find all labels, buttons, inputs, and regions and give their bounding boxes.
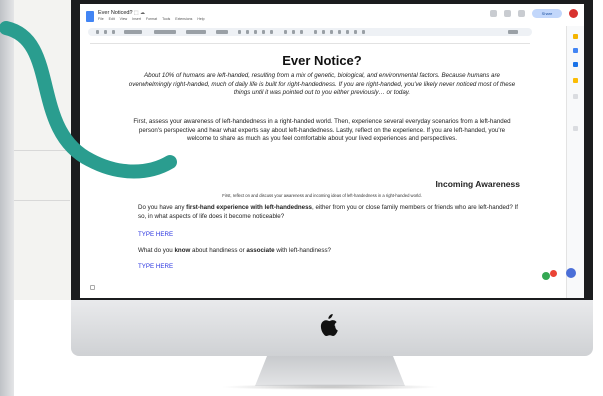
undo-icon[interactable]	[96, 30, 99, 34]
italic-icon[interactable]	[246, 30, 249, 34]
style-select[interactable]	[154, 30, 176, 34]
gemini-icon[interactable]	[542, 272, 550, 280]
bullet-list-icon[interactable]	[338, 30, 341, 34]
imac-stand	[255, 356, 405, 386]
contacts-icon[interactable]	[573, 62, 578, 67]
tasks-icon[interactable]	[573, 48, 578, 53]
menu-insert[interactable]: Insert	[132, 17, 141, 21]
menu-help[interactable]: Help	[197, 17, 204, 21]
assistant-icon[interactable]	[550, 270, 557, 277]
explore-icon[interactable]	[566, 268, 576, 278]
menu-view[interactable]: View	[120, 17, 128, 21]
bold-icon[interactable]	[238, 30, 241, 34]
star-icon[interactable]: ☆ ⬚ ☁	[128, 10, 145, 16]
stand-shadow	[220, 384, 440, 390]
answer-field-1[interactable]: TYPE HERE	[138, 231, 173, 238]
page-title: Ever Notice?	[282, 53, 362, 68]
comment-add-icon[interactable]	[292, 30, 295, 34]
expand-icon[interactable]	[573, 126, 578, 131]
print-icon[interactable]	[112, 30, 115, 34]
comment-icon[interactable]	[504, 10, 511, 17]
question-2-text: What do you	[138, 247, 175, 254]
menu-edit[interactable]: Edit	[109, 17, 115, 21]
clear-format-icon[interactable]	[362, 30, 365, 34]
answer-field-2[interactable]: TYPE HERE	[138, 263, 173, 270]
question-1-text: Do you have any	[138, 204, 187, 211]
link-icon[interactable]	[284, 30, 287, 34]
image-icon[interactable]	[300, 30, 303, 34]
line-spacing-icon[interactable]	[322, 30, 325, 34]
indent-icon[interactable]	[354, 30, 357, 34]
redo-icon[interactable]	[104, 30, 107, 34]
history-icon[interactable]	[490, 10, 497, 17]
instructions-paragraph: First, assess your awareness of left-han…	[133, 118, 511, 142]
menu-extensions[interactable]: Extensions	[175, 17, 192, 21]
side-panel	[566, 26, 584, 298]
add-on-icon[interactable]	[573, 94, 578, 99]
formatting-toolbar	[88, 28, 532, 36]
font-size-input[interactable]	[216, 30, 228, 34]
font-select[interactable]	[186, 30, 206, 34]
document-page: Ever Notice? About 10% of humans are lef…	[120, 44, 524, 298]
section-note: First, reflect on and discuss your aware…	[222, 193, 422, 198]
docs-window: Ever Noticed? ☆ ⬚ ☁ File Edit View Inser…	[80, 4, 584, 298]
top-right-controls: Share	[490, 9, 578, 18]
apple-logo-icon	[320, 314, 338, 336]
question-2-mid: about handiness or	[190, 247, 247, 254]
section-heading: Incoming Awareness	[435, 179, 520, 189]
numbered-list-icon[interactable]	[346, 30, 349, 34]
editing-mode-select[interactable]	[508, 30, 518, 34]
outline-icon[interactable]	[90, 285, 95, 290]
underline-icon[interactable]	[254, 30, 257, 34]
maps-icon[interactable]	[573, 78, 578, 83]
docs-icon[interactable]	[86, 11, 94, 22]
highlight-icon[interactable]	[270, 30, 273, 34]
question-2-emphasis-know: know	[174, 247, 191, 254]
menu-bar: File Edit View Insert Format Tools Exten…	[98, 17, 205, 21]
intro-paragraph: About 10% of humans are left-handed, res…	[128, 72, 516, 96]
left-frame-edge	[0, 0, 14, 396]
keep-icon[interactable]	[573, 34, 578, 39]
question-2-rest: with left-handiness?	[274, 247, 332, 254]
menu-file[interactable]: File	[98, 17, 104, 21]
avatar[interactable]	[569, 9, 578, 18]
question-2: What do you know about handiness or asso…	[138, 247, 518, 254]
meet-icon[interactable]	[518, 10, 525, 17]
align-icon[interactable]	[314, 30, 317, 34]
question-1-emphasis: first-hand experience with left-handedne…	[186, 204, 312, 211]
checklist-icon[interactable]	[330, 30, 333, 34]
question-1: Do you have any first-hand experience wi…	[138, 204, 518, 221]
menu-format[interactable]: Format	[146, 17, 157, 21]
zoom-select[interactable]	[124, 30, 142, 34]
menu-tools[interactable]: Tools	[162, 17, 170, 21]
question-2-emphasis-associate: associate	[246, 247, 275, 254]
share-button[interactable]: Share	[532, 9, 562, 18]
text-color-icon[interactable]	[262, 30, 265, 34]
